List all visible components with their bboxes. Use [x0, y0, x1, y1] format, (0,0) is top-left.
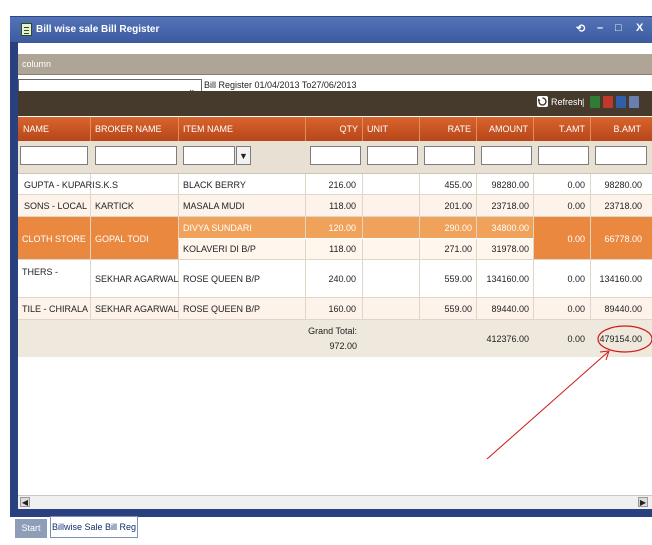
scroll-left-icon[interactable]: ◀: [20, 497, 30, 507]
highlight-circle: [597, 325, 652, 353]
annotation-overlay: [486, 325, 652, 460]
scroll-right-icon[interactable]: ▶: [638, 497, 648, 507]
horizontal-scrollbar[interactable]: [18, 495, 652, 510]
task-tab-billwise[interactable]: Billwise Sale Bill Reg: [50, 516, 138, 538]
annotation-arrow-line: [486, 351, 609, 460]
start-tab[interactable]: Start: [15, 519, 47, 538]
